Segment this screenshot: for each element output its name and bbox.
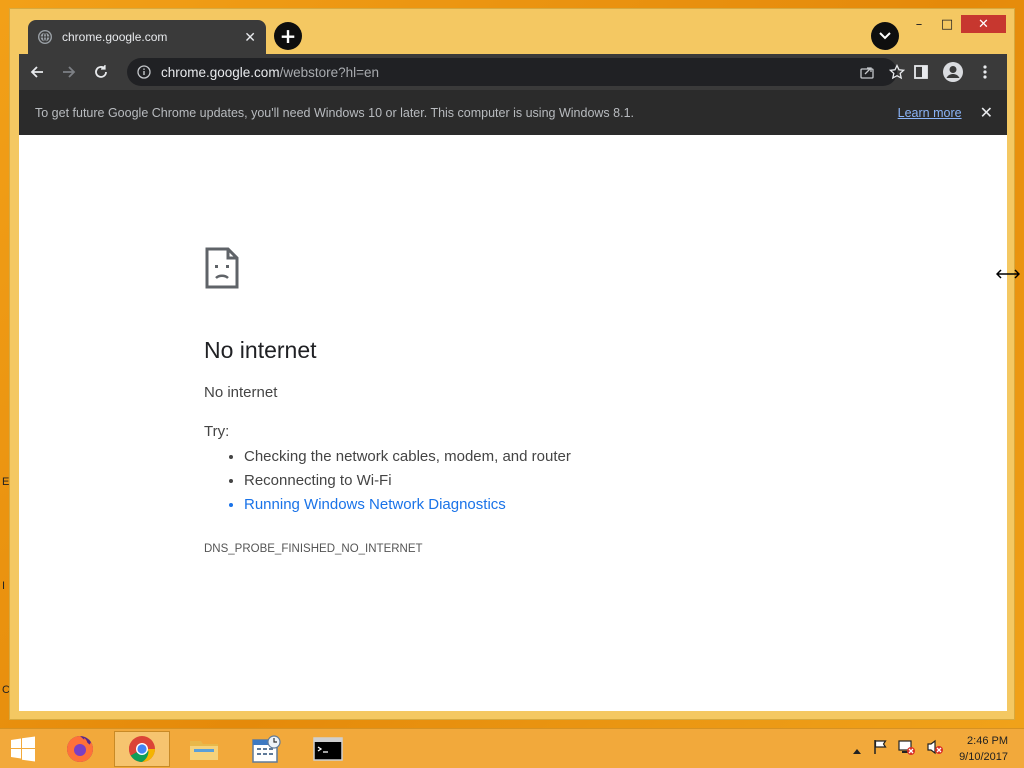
forward-button[interactable]: [53, 56, 85, 88]
browser-tab[interactable]: chrome.google.com ✕: [28, 20, 266, 54]
back-button[interactable]: [21, 56, 53, 88]
volume-muted-icon[interactable]: [926, 739, 944, 759]
firefox-icon: [67, 736, 93, 762]
folder-icon: [190, 741, 218, 760]
browser-window: – □ ✕ chrome.google.com ✕ + chrome.googl…: [9, 8, 1015, 720]
chrome-icon: [128, 736, 155, 763]
page-content: No internet No internet Try: Checking th…: [19, 135, 1007, 711]
url-path: /webstore?hl=en: [279, 64, 380, 80]
address-bar[interactable]: chrome.google.com/webstore?hl=en: [127, 58, 906, 86]
task-scheduler-icon: [252, 735, 281, 763]
share-icon[interactable]: [859, 64, 875, 84]
task-scheduler-taskbar-button[interactable]: [238, 731, 294, 767]
suggestion-item: Reconnecting to Wi-Fi: [244, 471, 571, 495]
avatar-icon: [943, 62, 963, 82]
window-controls: – □ ✕: [905, 15, 1006, 33]
sad-document-icon: [205, 247, 239, 289]
kebab-menu-icon: [983, 65, 987, 79]
network-disconnected-icon[interactable]: [898, 739, 916, 759]
learn-more-link[interactable]: Learn more: [898, 106, 962, 120]
tab-title: chrome.google.com: [62, 30, 168, 44]
maximize-button[interactable]: □: [933, 15, 961, 33]
error-subtitle: No internet: [204, 384, 278, 401]
network-diagnostics-link[interactable]: Running Windows Network Diagnostics: [244, 495, 571, 519]
infobar-close-icon[interactable]: ✕: [980, 103, 993, 122]
desktop-icon-label[interactable]: I: [2, 580, 5, 592]
arrow-right-icon: [63, 66, 76, 78]
side-panel-icon: [914, 65, 928, 79]
toolbar-right-group: [905, 56, 1001, 88]
reload-button[interactable]: [85, 56, 117, 88]
tab-close-icon[interactable]: ✕: [244, 29, 256, 46]
show-hidden-icons-icon[interactable]: [852, 740, 862, 759]
clock-time: 2:46 PM: [967, 735, 1008, 747]
command-prompt-taskbar-button[interactable]: [300, 731, 356, 767]
infobar-message: To get future Google Chrome updates, you…: [35, 105, 634, 120]
url-text[interactable]: chrome.google.com/webstore?hl=en: [161, 65, 379, 80]
windows-logo-icon: [11, 736, 35, 762]
side-panel-button[interactable]: [905, 56, 937, 88]
system-clock[interactable]: 2:46 PM 9/10/2017: [959, 733, 1008, 765]
reload-icon: [95, 65, 107, 78]
start-button[interactable]: [6, 731, 40, 767]
tab-search-button[interactable]: [871, 22, 899, 50]
browser-toolbar: chrome.google.com/webstore?hl=en: [19, 54, 1007, 90]
close-window-button[interactable]: ✕: [961, 15, 1006, 33]
arrow-left-icon: [30, 66, 43, 78]
info-icon[interactable]: [137, 65, 151, 79]
new-tab-button[interactable]: +: [274, 22, 302, 50]
system-tray: [852, 739, 954, 759]
firefox-taskbar-button[interactable]: [52, 731, 108, 767]
suggestions-list: Checking the network cables, modem, and …: [244, 447, 571, 519]
resize-cursor-icon: [996, 269, 1020, 279]
bookmark-star-icon[interactable]: [888, 63, 906, 84]
update-infobar: To get future Google Chrome updates, you…: [19, 90, 1007, 135]
command-prompt-icon: [313, 737, 343, 761]
action-center-flag-icon[interactable]: [872, 739, 888, 759]
clock-date: 9/10/2017: [959, 751, 1008, 763]
profile-button[interactable]: [937, 56, 969, 88]
chrome-taskbar-button[interactable]: [114, 731, 170, 767]
error-code: DNS_PROBE_FINISHED_NO_INTERNET: [204, 543, 423, 555]
try-label: Try:: [204, 423, 230, 440]
error-title: No internet: [204, 337, 317, 363]
taskbar: 2:46 PM 9/10/2017: [0, 728, 1024, 768]
globe-icon: [38, 30, 52, 44]
minimize-button[interactable]: –: [905, 15, 933, 33]
url-host: chrome.google.com: [161, 64, 280, 80]
menu-button[interactable]: [969, 56, 1001, 88]
file-explorer-taskbar-button[interactable]: [176, 731, 232, 767]
suggestion-item: Checking the network cables, modem, and …: [244, 447, 571, 471]
chevron-down-icon: [879, 32, 891, 40]
